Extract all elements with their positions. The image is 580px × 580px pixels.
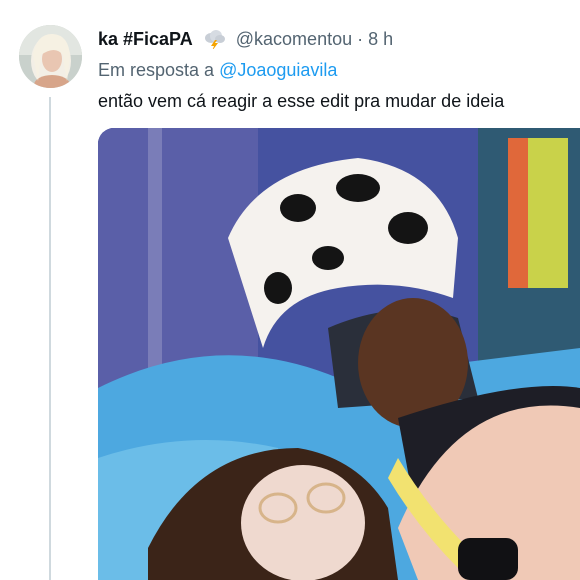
- tweet-text: então vem cá reagir a esse edit pra muda…: [98, 91, 505, 111]
- timestamp[interactable]: 8 h: [368, 29, 393, 49]
- avatar-image: [19, 25, 82, 88]
- reply-mention-link[interactable]: @Joaoguiavila: [219, 60, 337, 80]
- tweet-header: ka #FicaPA @kacomentou · 8 h: [98, 27, 393, 51]
- cloud-lightning-icon: [201, 29, 227, 51]
- photo: [98, 128, 580, 580]
- user-handle[interactable]: @kacomentou: [236, 29, 352, 49]
- display-name[interactable]: ka #FicaPA: [98, 29, 193, 49]
- reply-prefix: Em resposta a: [98, 60, 215, 80]
- reply-context: Em resposta a @Joaoguiavila: [98, 58, 337, 82]
- thread-connector-line: [49, 97, 51, 580]
- separator-dot: ·: [357, 29, 364, 49]
- avatar[interactable]: [19, 25, 82, 88]
- tweet-media-image[interactable]: [98, 128, 580, 580]
